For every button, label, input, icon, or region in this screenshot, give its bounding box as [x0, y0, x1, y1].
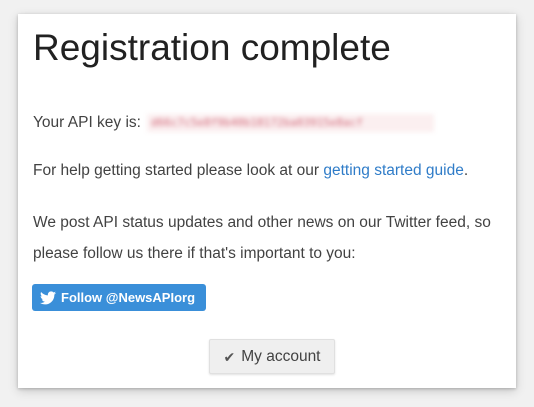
my-account-label: My account — [241, 347, 321, 365]
twitter-follow-label: Follow @NewsAPIorg — [61, 290, 196, 305]
check-icon: ✔ — [223, 348, 236, 365]
my-account-button[interactable]: ✔ My account — [209, 339, 335, 374]
api-key-label: Your API key is: — [33, 114, 141, 131]
help-text-suffix: . — [463, 162, 469, 179]
help-text: For help getting started please look at … — [33, 160, 468, 182]
api-key-value[interactable]: d66c7c5e8f9b40b18172ba03915e8acf — [147, 113, 434, 132]
registration-card: Registration complete Your API key is: d6… — [18, 14, 516, 388]
getting-started-guide-link[interactable]: getting started guide — [323, 162, 463, 179]
api-key-row: Your API key is: d66c7c5e8f9b40b18172ba03… — [33, 112, 434, 134]
page-title: Registration complete — [33, 27, 391, 68]
news-text: We post API status updates and other new… — [33, 214, 491, 262]
twitter-follow-button[interactable]: Follow @NewsAPIorg — [32, 284, 207, 311]
help-text-prefix: For help getting started please look at … — [33, 162, 324, 179]
twitter-bird-icon — [40, 290, 61, 305]
